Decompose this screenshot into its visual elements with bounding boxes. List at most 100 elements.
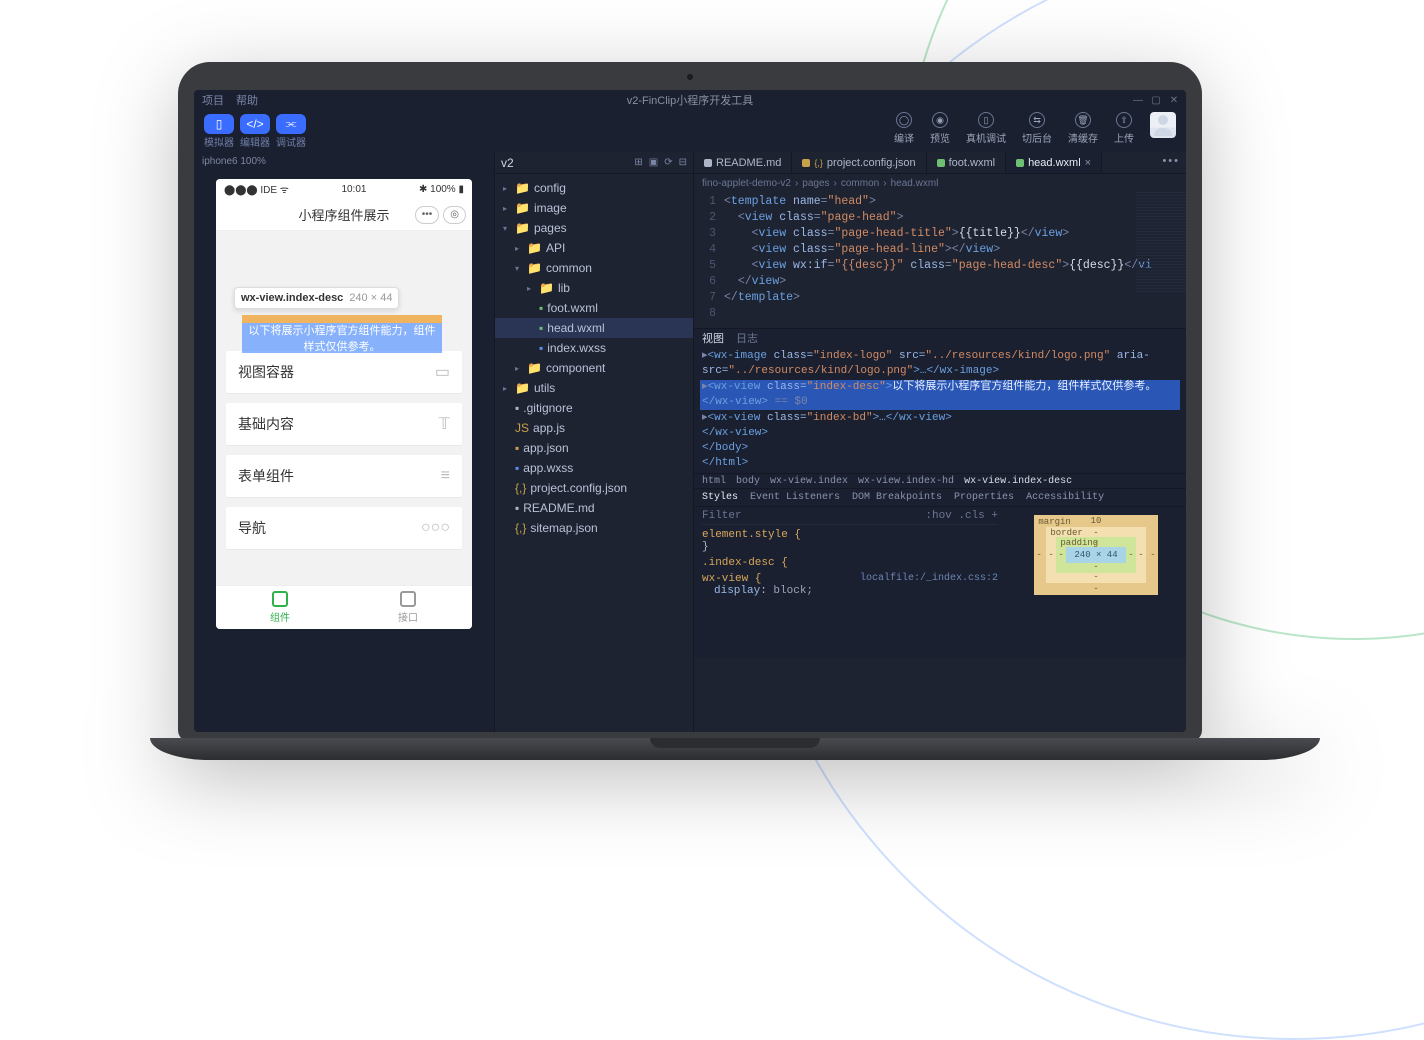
phone-body[interactable]: wx-view.index-desc 240 × 44 以下将展示小程序官方组件… bbox=[216, 231, 472, 585]
refresh-icon[interactable]: ⟳ bbox=[664, 157, 672, 168]
crumb[interactable]: common bbox=[841, 178, 879, 189]
preview-button[interactable]: ◉预览 bbox=[930, 112, 950, 145]
laptop-base bbox=[150, 738, 1320, 760]
box-model: margin 10 - - - border ---- bbox=[1006, 507, 1186, 658]
crumb[interactable]: pages bbox=[802, 178, 829, 189]
minimap[interactable] bbox=[1136, 192, 1186, 292]
mode-label-simulator: 模拟器 bbox=[204, 134, 234, 149]
clear-cache-button[interactable]: 🗑清缓存 bbox=[1068, 112, 1098, 145]
tree-row[interactable]: ▸📁image bbox=[495, 198, 693, 218]
file-tree: ▸📁config▸📁image▾📁pages▸📁API▾📁common▸📁lib… bbox=[495, 174, 693, 542]
avatar[interactable] bbox=[1150, 112, 1176, 138]
workspace: iphone6 100% ⬤⬤⬤ IDE ᯤ 10:01 ✱ 100% ▮ 小程… bbox=[194, 152, 1186, 732]
capsule-close-button[interactable]: ◎ bbox=[443, 206, 466, 224]
crumb[interactable]: fino-applet-demo-v2 bbox=[702, 178, 791, 189]
styles-panel[interactable]: Filter :hov .cls + element.style {}.inde… bbox=[694, 507, 1006, 658]
dom-inspector[interactable]: ▸<wx-image class="index-logo" src="../re… bbox=[694, 347, 1186, 473]
background-button[interactable]: ⇆切后台 bbox=[1022, 112, 1052, 145]
list-item[interactable]: 导航○○○ bbox=[226, 507, 462, 549]
editor-tab[interactable]: {,}project.config.json bbox=[792, 152, 926, 173]
dom-crumb[interactable]: html bbox=[702, 476, 726, 487]
phone-icon: ▯ bbox=[978, 112, 994, 128]
code-editor[interactable]: 1<template name="head">2 <view class="pa… bbox=[694, 192, 1186, 328]
compile-button[interactable]: ◯编译 bbox=[894, 112, 914, 145]
minimize-icon[interactable]: — bbox=[1132, 94, 1144, 106]
tree-row[interactable]: {,}sitemap.json bbox=[495, 518, 693, 538]
dom-crumb[interactable]: body bbox=[736, 476, 760, 487]
styles-filter-input[interactable]: Filter bbox=[702, 510, 742, 522]
window-title: v2-FinClip小程序开发工具 bbox=[194, 92, 1186, 108]
dom-crumb[interactable]: wx-view.index bbox=[770, 476, 848, 487]
remote-debug-button[interactable]: ▯真机调试 bbox=[966, 112, 1006, 145]
tree-row[interactable]: JSapp.js bbox=[495, 418, 693, 438]
mode-debugger-button[interactable]: ⫘ bbox=[276, 114, 306, 134]
new-folder-icon[interactable]: ▣ bbox=[649, 157, 658, 168]
editor-tab[interactable]: README.md bbox=[694, 152, 792, 173]
styles-subtab[interactable]: Properties bbox=[954, 492, 1014, 503]
styles-subtab[interactable]: Styles bbox=[702, 492, 738, 503]
boxmodel-margin-label: margin bbox=[1038, 517, 1070, 527]
phone-tabbar: 组件接口 bbox=[216, 585, 472, 629]
tree-row[interactable]: ▪index.wxss bbox=[495, 338, 693, 358]
compile-icon: ◯ bbox=[896, 112, 912, 128]
tree-row[interactable]: ▪.gitignore bbox=[495, 398, 693, 418]
list-item[interactable]: 基础内容𝕋 bbox=[226, 403, 462, 445]
editor-tab[interactable]: head.wxml× bbox=[1006, 152, 1102, 173]
menu-project[interactable]: 项目 bbox=[202, 92, 224, 108]
mode-simulator-button[interactable]: ▯ bbox=[204, 114, 234, 134]
devtools-tab-log[interactable]: 日志 bbox=[736, 330, 758, 346]
mode-editor-button[interactable]: </> bbox=[240, 114, 270, 134]
styles-subtab[interactable]: Accessibility bbox=[1026, 492, 1104, 503]
new-file-icon[interactable]: ⊞ bbox=[634, 157, 642, 168]
tree-row[interactable]: ▪foot.wxml bbox=[495, 298, 693, 318]
tree-row[interactable]: ▸📁lib bbox=[495, 278, 693, 298]
simulator-device-label: iphone6 100% bbox=[194, 152, 494, 175]
crumb[interactable]: head.wxml bbox=[891, 178, 939, 189]
tree-root-label: v2 bbox=[501, 156, 514, 170]
status-time: 10:01 bbox=[341, 184, 366, 195]
right-tools: ◯编译 ◉预览 ▯真机调试 ⇆切后台 🗑清缓存 ⇧上传 bbox=[894, 112, 1176, 145]
maximize-icon[interactable]: ▢ bbox=[1150, 94, 1162, 106]
tree-header: v2 ⊞ ▣ ⟳ ⊟ bbox=[495, 152, 693, 174]
simulator-panel: iphone6 100% ⬤⬤⬤ IDE ᯤ 10:01 ✱ 100% ▮ 小程… bbox=[194, 152, 494, 732]
tree-row[interactable]: ▪app.wxss bbox=[495, 458, 693, 478]
tree-row[interactable]: ▸📁utils bbox=[495, 378, 693, 398]
devtools-top-tabs: 视图 日志 bbox=[694, 329, 1186, 347]
styles-subtab[interactable]: DOM Breakpoints bbox=[852, 492, 942, 503]
tree-row[interactable]: ▸📁API bbox=[495, 238, 693, 258]
app-title: 小程序组件展示 bbox=[298, 205, 389, 224]
editor-tabs: README.md{,}project.config.jsonfoot.wxml… bbox=[694, 152, 1186, 174]
tree-row[interactable]: ▸📁component bbox=[495, 358, 693, 378]
camera-dot bbox=[687, 74, 693, 80]
tabbar-item[interactable]: 接口 bbox=[344, 586, 472, 629]
collapse-icon[interactable]: ⊟ bbox=[679, 157, 687, 168]
styles-filter-tools[interactable]: :hov .cls + bbox=[925, 510, 998, 522]
tabs-more-icon[interactable]: ••• bbox=[1162, 155, 1180, 167]
tree-row[interactable]: ▾📁pages bbox=[495, 218, 693, 238]
tree-row[interactable]: ▸📁config bbox=[495, 178, 693, 198]
dom-crumb[interactable]: wx-view.index-desc bbox=[964, 476, 1072, 487]
capsule-menu-button[interactable]: ••• bbox=[415, 206, 440, 224]
tabbar-item[interactable]: 组件 bbox=[216, 586, 344, 629]
trash-icon: 🗑 bbox=[1075, 112, 1091, 128]
list-item[interactable]: 视图容器▭ bbox=[226, 351, 462, 393]
upload-button[interactable]: ⇧上传 bbox=[1114, 112, 1134, 145]
menu-help[interactable]: 帮助 bbox=[236, 92, 258, 108]
tree-row[interactable]: ▪head.wxml bbox=[495, 318, 693, 338]
close-icon[interactable]: ✕ bbox=[1168, 94, 1180, 106]
styles-subtab[interactable]: Event Listeners bbox=[750, 492, 840, 503]
editor-tab[interactable]: foot.wxml bbox=[927, 152, 1006, 173]
dom-crumb[interactable]: wx-view.index-hd bbox=[858, 476, 954, 487]
tree-row[interactable]: {,}project.config.json bbox=[495, 478, 693, 498]
inspect-highlight: 以下将展示小程序官方组件能力，组件样式仅供参考。 bbox=[242, 315, 442, 353]
breadcrumbs: fino-applet-demo-v2 › pages › common › h… bbox=[694, 174, 1186, 192]
tree-row[interactable]: ▾📁common bbox=[495, 258, 693, 278]
editor-panel: README.md{,}project.config.jsonfoot.wxml… bbox=[694, 152, 1186, 732]
list-item[interactable]: 表单组件≡ bbox=[226, 455, 462, 497]
inspect-tooltip: wx-view.index-desc 240 × 44 bbox=[234, 287, 399, 309]
tree-row[interactable]: ▪README.md bbox=[495, 498, 693, 518]
tree-row[interactable]: ▪app.json bbox=[495, 438, 693, 458]
laptop-lid: 项目 帮助 v2-FinClip小程序开发工具 — ▢ ✕ ▯ </> ⫘ bbox=[178, 62, 1202, 742]
devtools-tab-view[interactable]: 视图 bbox=[702, 330, 724, 346]
upload-icon: ⇧ bbox=[1116, 112, 1132, 128]
